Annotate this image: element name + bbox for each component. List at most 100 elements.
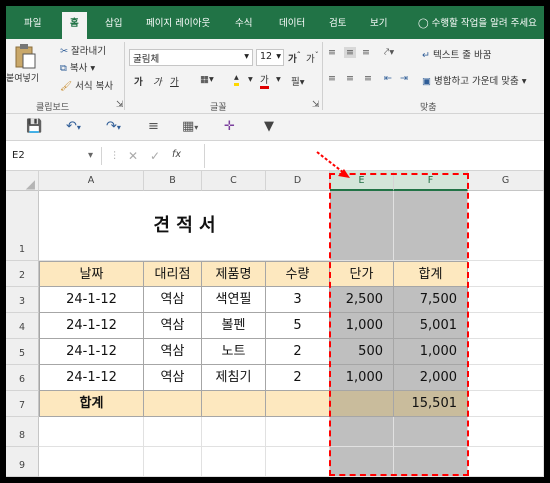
cell-agency[interactable]: 역삼 xyxy=(144,313,202,339)
cell-line-total[interactable]: 1,000 xyxy=(394,339,468,365)
cell-agency[interactable]: 역삼 xyxy=(144,339,202,365)
header-product[interactable]: 제품명 xyxy=(202,261,266,287)
cell-g3[interactable] xyxy=(468,287,544,313)
cell-e7[interactable] xyxy=(330,391,394,417)
cell-g7[interactable] xyxy=(468,391,544,417)
header-date[interactable]: 날짜 xyxy=(39,261,144,287)
header-agency[interactable]: 대리점 xyxy=(144,261,202,287)
cell-product[interactable]: 제침기 xyxy=(202,365,266,391)
cell-product[interactable]: 볼펜 xyxy=(202,313,266,339)
cell-g5[interactable] xyxy=(468,339,544,365)
cell-agency[interactable]: 역삼 xyxy=(144,365,202,391)
cell-g9[interactable] xyxy=(468,447,544,477)
font-size-select[interactable]: 12 ▾ xyxy=(256,49,284,66)
italic-button[interactable]: 가 xyxy=(153,74,162,88)
decrease-font-icon[interactable]: 가ˇ xyxy=(306,51,319,65)
row-header-9[interactable]: 9 xyxy=(6,447,39,477)
cell-f9[interactable] xyxy=(394,447,468,477)
cell-d9[interactable] xyxy=(266,447,330,477)
cell-unit-price[interactable]: 1,000 xyxy=(330,313,394,339)
tab-formulas[interactable]: 수식 xyxy=(235,15,252,29)
function-icon[interactable]: fx xyxy=(172,149,181,160)
cell-unit-price[interactable]: 1,000 xyxy=(330,365,394,391)
align-center-icon[interactable]: ≡ xyxy=(346,73,354,84)
row-header-6[interactable]: 6 xyxy=(6,365,39,391)
cut-button[interactable]: ✂ 잘라내기 xyxy=(60,43,106,57)
align-right-icon[interactable]: ≡ xyxy=(364,73,372,84)
cell-c9[interactable] xyxy=(202,447,266,477)
cell-d7[interactable] xyxy=(266,391,330,417)
cell-g4[interactable] xyxy=(468,313,544,339)
cell-date[interactable]: 24-1-12 xyxy=(39,339,144,365)
chevron-down-icon[interactable]: ▾ xyxy=(248,74,253,85)
cell-g1[interactable] xyxy=(468,191,544,261)
cell-c8[interactable] xyxy=(202,417,266,447)
cell-date[interactable]: 24-1-12 xyxy=(39,313,144,339)
cell-line-total[interactable]: 7,500 xyxy=(394,287,468,313)
row-header-4[interactable]: 4 xyxy=(6,313,39,339)
row-header-7[interactable]: 7 xyxy=(6,391,39,417)
save-icon[interactable]: 💾 xyxy=(26,119,42,134)
align-middle-icon[interactable]: ≡ xyxy=(344,47,356,58)
cell-e1[interactable] xyxy=(330,191,394,261)
merge-center-button[interactable]: ▣ 병합하고 가운데 맞춤 ▾ xyxy=(422,73,527,87)
sheet-view-icon[interactable]: ▦▾ xyxy=(182,119,198,134)
cell-date[interactable]: 24-1-12 xyxy=(39,365,144,391)
tab-review[interactable]: 검토 xyxy=(329,15,346,29)
cell-line-total[interactable]: 2,000 xyxy=(394,365,468,391)
orientation-icon[interactable]: ⤤▾ xyxy=(384,47,394,58)
bold-button[interactable]: 가 xyxy=(134,74,143,88)
tab-view[interactable]: 보기 xyxy=(370,15,387,29)
align-bottom-icon[interactable]: ≡ xyxy=(362,47,370,58)
cell-g2[interactable] xyxy=(468,261,544,287)
column-header-c[interactable]: C xyxy=(202,171,266,191)
row-header-3[interactable]: 3 xyxy=(6,287,39,313)
tell-me-box[interactable]: ◯ 수행할 작업을 알려 주세요 xyxy=(418,15,537,29)
cell-quantity[interactable]: 5 xyxy=(266,313,330,339)
formula-input[interactable] xyxy=(204,144,542,168)
wrap-text-button[interactable]: ↵ 텍스트 줄 바꿈 xyxy=(422,47,491,61)
tab-home[interactable]: 홈 xyxy=(62,12,87,39)
align-top-icon[interactable]: ≡ xyxy=(328,47,336,58)
row-header-2[interactable]: 2 xyxy=(6,261,39,287)
column-header-f[interactable]: F xyxy=(394,171,468,191)
row-header-5[interactable]: 5 xyxy=(6,339,39,365)
cell-quantity[interactable]: 2 xyxy=(266,339,330,365)
align-icon[interactable]: ≡ xyxy=(148,119,159,134)
increase-indent-icon[interactable]: ⇥ xyxy=(400,73,408,84)
cell-f1[interactable] xyxy=(394,191,468,261)
sheet-title[interactable]: 견 적 서 xyxy=(39,191,330,261)
chevron-down-icon[interactable]: ▾ xyxy=(276,74,281,85)
format-painter-button[interactable]: 🖌 서식 복사 xyxy=(60,78,113,92)
row-header-8[interactable]: 8 xyxy=(6,417,39,447)
column-header-b[interactable]: B xyxy=(144,171,202,191)
border-icon[interactable]: ▦▾ xyxy=(200,74,214,85)
cell-agency[interactable]: 역삼 xyxy=(144,287,202,313)
cell-f8[interactable] xyxy=(394,417,468,447)
paste-button[interactable]: 붙여넣기 xyxy=(6,41,42,97)
increase-font-icon[interactable]: 가ˆ xyxy=(288,51,301,65)
cell-date[interactable]: 24-1-12 xyxy=(39,287,144,313)
cell-d8[interactable] xyxy=(266,417,330,447)
column-header-g[interactable]: G xyxy=(468,171,544,191)
cell-e8[interactable] xyxy=(330,417,394,447)
tab-data[interactable]: 데이터 xyxy=(279,15,305,29)
decrease-indent-icon[interactable]: ⇤ xyxy=(384,73,392,84)
font-color-icon[interactable]: 가 xyxy=(260,72,269,89)
total-label[interactable]: 합계 xyxy=(39,391,144,417)
cell-b8[interactable] xyxy=(144,417,202,447)
cell-g8[interactable] xyxy=(468,417,544,447)
cell-e9[interactable] xyxy=(330,447,394,477)
header-unit-price[interactable]: 단가 xyxy=(330,261,394,287)
total-value[interactable]: 15,501 xyxy=(394,391,468,417)
tab-page-layout[interactable]: 페이지 레이아웃 xyxy=(146,15,210,29)
font-launcher-icon[interactable]: ⇲ xyxy=(312,100,320,110)
cell-b9[interactable] xyxy=(144,447,202,477)
cell-a9[interactable] xyxy=(39,447,144,477)
cell-b7[interactable] xyxy=(144,391,202,417)
cell-g6[interactable] xyxy=(468,365,544,391)
cell-a8[interactable] xyxy=(39,417,144,447)
cell-line-total[interactable]: 5,001 xyxy=(394,313,468,339)
row-header-1[interactable]: 1 xyxy=(6,191,39,261)
column-header-a[interactable]: A xyxy=(39,171,144,191)
